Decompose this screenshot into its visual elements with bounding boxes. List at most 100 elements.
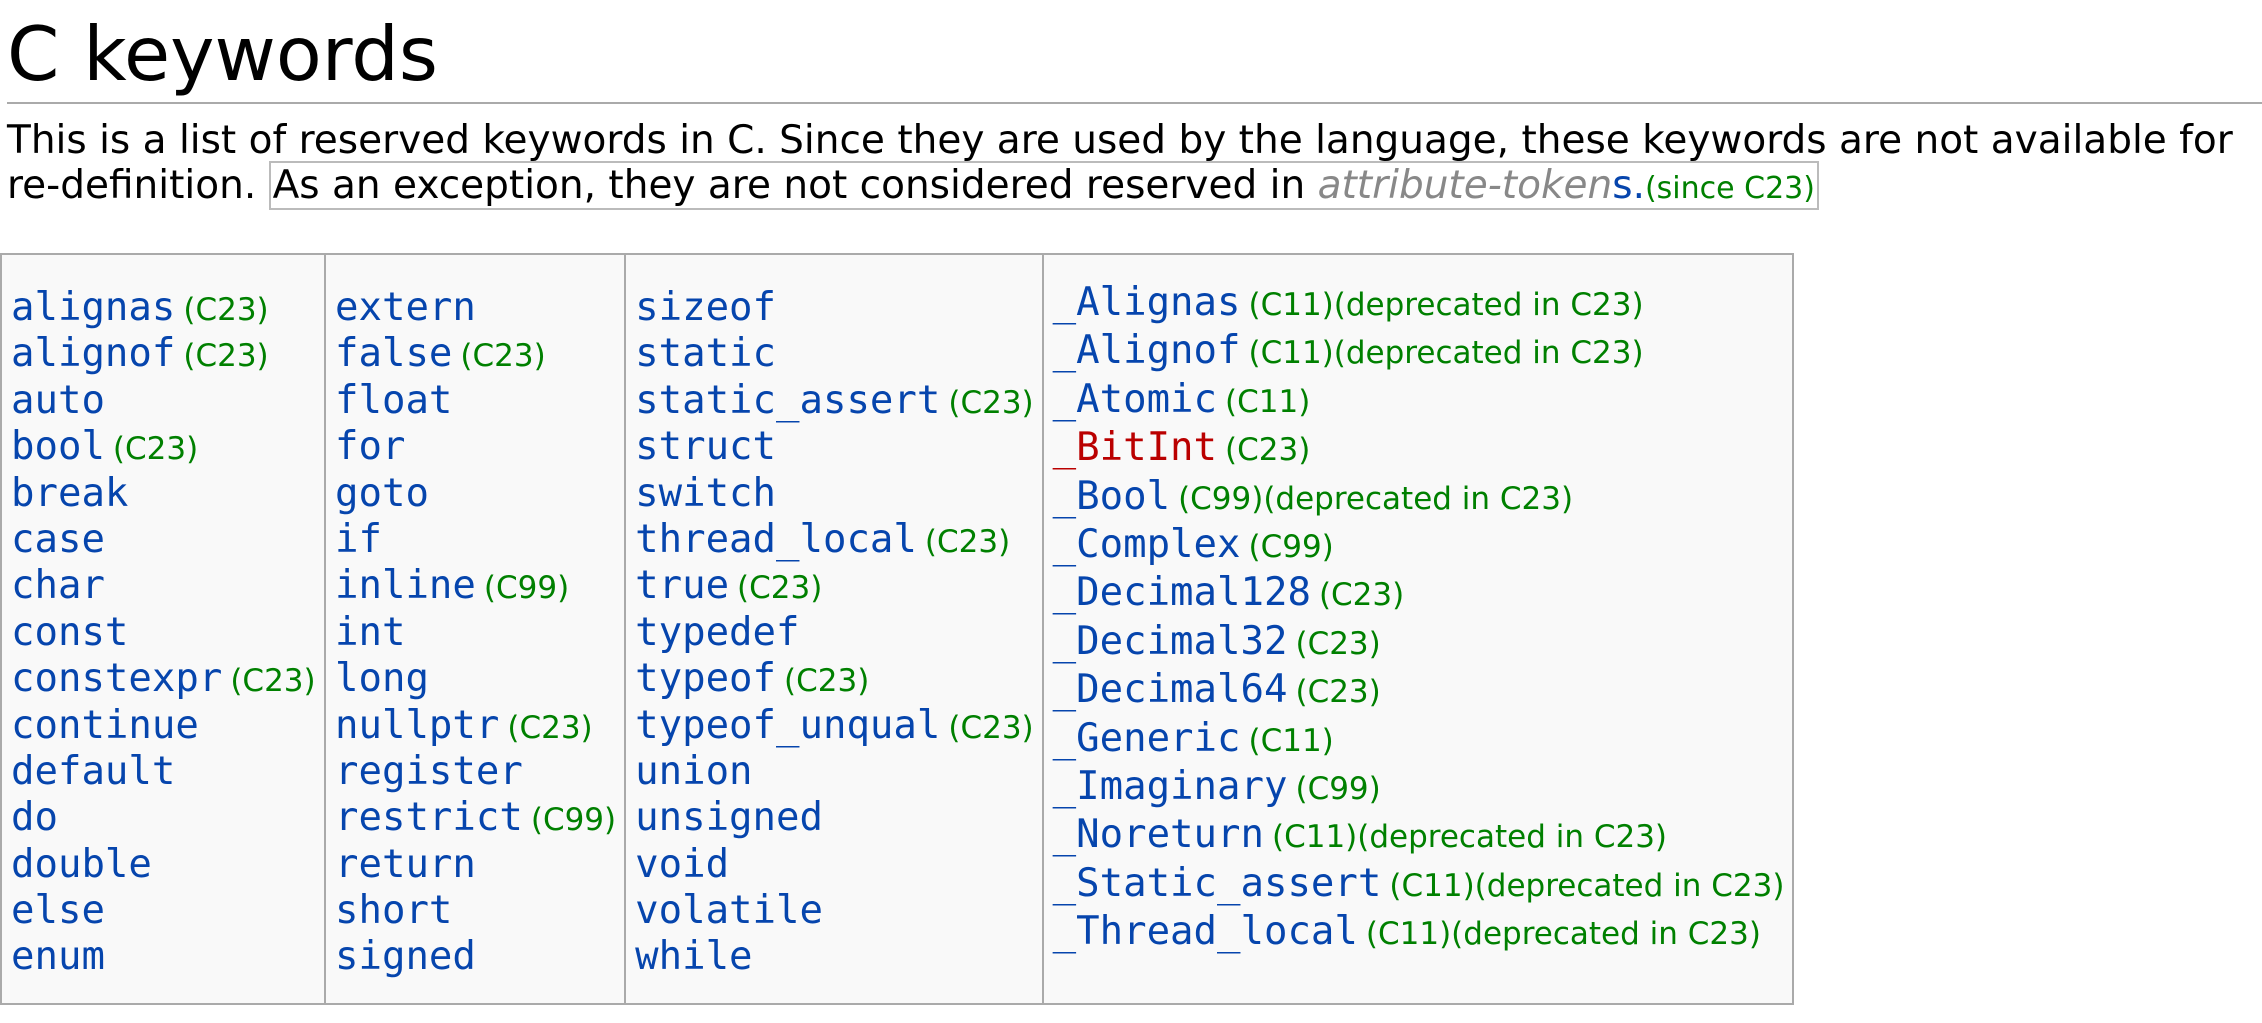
keyword-link[interactable]: _Complex (1053, 522, 1241, 567)
keyword-column-4: _Alignas (C11)(deprecated in C23) _Alignof… (1041, 253, 1795, 1005)
keyword-link[interactable]: _Static_assert (1053, 861, 1382, 906)
keyword-item: _Complex (C99) (1053, 521, 1785, 569)
version-badge: (C23) (784, 663, 870, 700)
keyword-link[interactable]: true (635, 563, 729, 608)
keyword-link[interactable]: for (335, 424, 405, 469)
keyword-link[interactable]: _Alignof (1053, 328, 1241, 373)
keyword-link[interactable]: int (335, 610, 405, 655)
keyword-link[interactable]: double (11, 842, 152, 887)
version-badge: (C23) (183, 292, 269, 328)
keyword-item: _Decimal128 (C23) (1053, 569, 1785, 617)
keyword-link[interactable]: struct (635, 424, 776, 469)
keyword-link[interactable]: long (335, 656, 429, 701)
keyword-item: for (335, 424, 616, 470)
version-badge: (C23) (737, 570, 823, 607)
keyword-link[interactable]: char (11, 563, 105, 608)
keyword-column-3: sizeof static static_assert (C23) struct swit… (624, 253, 1044, 1005)
keyword-link[interactable]: static_assert (635, 378, 940, 423)
keyword-link[interactable]: _Decimal64 (1053, 667, 1288, 712)
version-badge: (C23) (112, 431, 199, 468)
keyword-link[interactable]: switch (635, 471, 776, 516)
keyword-link[interactable]: _Decimal32 (1053, 619, 1288, 664)
keyword-item: double (11, 842, 316, 888)
keyword-link[interactable]: const (11, 610, 128, 655)
keyword-link[interactable]: _Generic (1053, 716, 1241, 761)
keyword-link[interactable]: break (11, 471, 128, 516)
keyword-item: typeof_unqual (C23) (635, 703, 1034, 749)
keyword-item: extern (335, 285, 616, 331)
keyword-item: thread_local (C23) (635, 517, 1034, 563)
keyword-link[interactable]: _Thread_local (1053, 909, 1358, 954)
keyword-link[interactable]: if (335, 517, 382, 562)
version-badge: (C11)(deprecated in C23) (1365, 916, 1761, 953)
keyword-link[interactable]: register (335, 749, 523, 794)
keyword-column-2: extern false (C23) float for goto if inline (C99… (323, 253, 627, 1005)
keyword-link[interactable]: volatile (635, 888, 823, 933)
keyword-item: nullptr (C23) (335, 703, 616, 749)
keyword-link[interactable]: alignas (11, 285, 175, 330)
keyword-link[interactable]: case (11, 517, 105, 562)
keyword-link[interactable]: enum (11, 934, 105, 979)
keyword-link[interactable]: _Bool (1053, 474, 1170, 519)
keyword-column-1: alignas (C23) alignof (C23) auto bool (C23) bre… (0, 253, 326, 1005)
version-badge: (C11)(deprecated in C23) (1271, 819, 1668, 856)
keyword-link[interactable]: void (635, 842, 729, 887)
keyword-item: char (11, 563, 316, 609)
keyword-item: _Imaginary (C99) (1053, 763, 1785, 811)
version-badge: (C11) (1248, 722, 1334, 759)
keyword-item: bool (C23) (11, 424, 316, 470)
keyword-link[interactable]: alignof (11, 331, 175, 376)
version-badge: (C23) (948, 709, 1034, 746)
keyword-link[interactable]: typeof_unqual (635, 703, 940, 748)
version-badge: (C23) (460, 338, 546, 375)
keyword-item: default (11, 749, 316, 795)
keyword-link[interactable]: static (635, 331, 776, 376)
keyword-link[interactable]: _Alignas (1053, 280, 1241, 325)
keyword-item: auto (11, 378, 316, 424)
keyword-item: else (11, 888, 316, 934)
keyword-link[interactable]: _Atomic (1053, 377, 1217, 422)
keyword-link[interactable]: float (335, 378, 452, 423)
keyword-link[interactable]: return (335, 842, 476, 887)
keyword-link[interactable]: false (335, 331, 452, 376)
keyword-item: goto (335, 471, 616, 517)
attribute-token-link[interactable]: attribute-token (1318, 163, 1613, 208)
note-prefix: As an exception, they are not considered… (272, 163, 1306, 208)
keyword-link[interactable]: sizeof (635, 285, 776, 330)
since-badge: (since C23) (1644, 171, 1815, 206)
keyword-link[interactable]: _BitInt (1053, 425, 1217, 470)
keyword-link[interactable]: thread_local (635, 517, 917, 562)
keyword-link[interactable]: bool (11, 424, 105, 469)
keyword-link[interactable]: short (335, 888, 452, 933)
keyword-link[interactable]: _Decimal128 (1053, 570, 1311, 615)
keyword-link[interactable]: do (11, 795, 58, 840)
keyword-item: _Decimal32 (C23) (1053, 618, 1785, 666)
keyword-item: _Atomic (C11) (1053, 376, 1785, 424)
keyword-item: register (335, 749, 616, 795)
keyword-item: static (635, 331, 1034, 377)
keyword-link[interactable]: _Imaginary (1053, 764, 1288, 809)
keyword-link[interactable]: union (635, 749, 752, 794)
keyword-link[interactable]: nullptr (335, 703, 499, 748)
version-badge: (C23) (1318, 577, 1405, 614)
keyword-link[interactable]: unsigned (635, 795, 823, 840)
keyword-link[interactable]: typeof (635, 656, 776, 701)
keyword-link[interactable]: continue (11, 703, 199, 748)
keyword-link[interactable]: inline (335, 563, 476, 608)
keyword-link[interactable]: signed (335, 934, 476, 979)
keyword-item: signed (335, 934, 616, 980)
version-badge: (C11)(deprecated in C23) (1248, 335, 1644, 372)
keyword-link[interactable]: else (11, 888, 105, 933)
keyword-link[interactable]: extern (335, 285, 476, 330)
keywords-table: alignas (C23) alignof (C23) auto bool (C23) bre… (0, 253, 1795, 1005)
keyword-link[interactable]: constexpr (11, 656, 222, 701)
keyword-link[interactable]: default (11, 749, 175, 794)
keyword-item: return (335, 842, 616, 888)
keyword-link[interactable]: goto (335, 471, 429, 516)
keyword-link[interactable]: _Noreturn (1053, 812, 1264, 857)
keyword-item: volatile (635, 888, 1034, 934)
keyword-link[interactable]: auto (11, 378, 105, 423)
keyword-link[interactable]: restrict (335, 795, 523, 840)
keyword-link[interactable]: while (635, 934, 752, 979)
keyword-link[interactable]: typedef (635, 610, 799, 655)
